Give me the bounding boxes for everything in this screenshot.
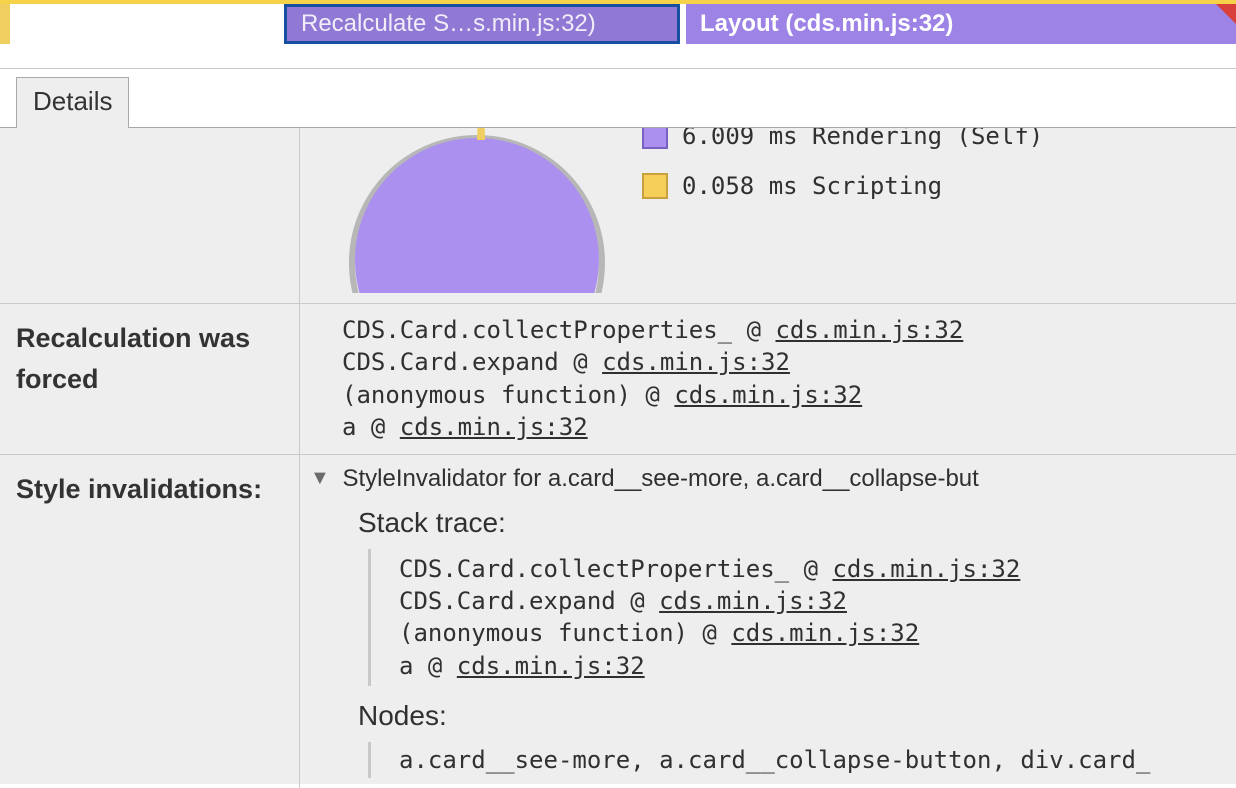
flamechart-seg-label: Layout (cds.min.js:32) — [700, 10, 953, 38]
flamechart-seg-script-tick[interactable] — [0, 4, 10, 44]
tab-details[interactable]: Details — [16, 77, 129, 129]
stack-frame[interactable]: CDS.Card.expand @ cds.min.js:32 — [342, 346, 1236, 378]
disclosure-triangle-icon[interactable]: ▼ — [310, 467, 330, 490]
row-label: Recalculation was forced — [0, 304, 300, 454]
nodes-label: Nodes: — [358, 700, 1236, 732]
stack-frame[interactable]: (anonymous function) @ cds.min.js:32 — [342, 379, 1236, 411]
stack-frame-function: CDS.Card.collectProperties_ @ — [399, 555, 832, 583]
stack-frame[interactable]: CDS.Card.expand @ cds.min.js:32 — [399, 585, 1236, 617]
row-value: 6.009 ms Rendering (Self) 0.058 ms Scrip… — [300, 128, 1236, 303]
legend-text: 0.058 ms Scripting — [682, 172, 942, 200]
row-style-invalidations: Style invalidations: ▼ StyleInvalidator … — [0, 454, 1236, 788]
source-link[interactable]: cds.min.js:32 — [457, 652, 645, 680]
stack-frame-function: CDS.Card.expand @ — [342, 348, 602, 376]
style-invalidator-header[interactable]: ▼ StyleInvalidator for a.card__see-more,… — [310, 465, 1236, 493]
source-link[interactable]: cds.min.js:32 — [832, 555, 1020, 583]
source-link[interactable]: cds.min.js:32 — [659, 587, 847, 615]
node-link[interactable]: div.card_ — [1020, 746, 1150, 774]
stack-frame-function: CDS.Card.collectProperties_ @ — [342, 316, 775, 344]
time-pie-chart — [332, 128, 622, 293]
stack-trace: CDS.Card.collectProperties_ @ cds.min.js… — [368, 549, 1236, 687]
row-recalculation-forced: Recalculation was forced CDS.Card.collec… — [0, 303, 1236, 454]
stack-frame-function: CDS.Card.expand @ — [399, 587, 659, 615]
tab-label: Details — [33, 86, 112, 116]
stack-frame[interactable]: a @ cds.min.js:32 — [342, 411, 1236, 443]
row-aggregated-time: 6.009 ms Rendering (Self) 0.058 ms Scrip… — [0, 128, 1236, 303]
source-link[interactable]: cds.min.js:32 — [731, 619, 919, 647]
node-link[interactable]: a.card__see-more — [548, 465, 743, 492]
stack-frame[interactable]: CDS.Card.collectProperties_ @ cds.min.js… — [399, 553, 1236, 585]
invalidated-nodes-list: a.card__see-more, a.card__collapse-butto… — [368, 742, 1236, 778]
legend-swatch-scripting — [642, 173, 668, 199]
row-value: ▼ StyleInvalidator for a.card__see-more,… — [300, 455, 1236, 788]
pie-legend: 6.009 ms Rendering (Self) 0.058 ms Scrip… — [642, 128, 1043, 222]
row-label: Style invalidations: — [0, 455, 300, 788]
source-link[interactable]: cds.min.js:32 — [602, 348, 790, 376]
stack-frame-function: (anonymous function) @ — [399, 619, 731, 647]
details-panel: 6.009 ms Rendering (Self) 0.058 ms Scrip… — [0, 128, 1236, 784]
legend-swatch-rendering — [642, 128, 668, 149]
legend-text: 6.009 ms Rendering (Self) — [682, 128, 1043, 150]
stack-frame-function: a @ — [342, 413, 400, 441]
details-tabstrip: Details — [0, 68, 1236, 128]
stack-frame[interactable]: CDS.Card.collectProperties_ @ cds.min.js… — [342, 314, 1236, 346]
invalidator-prefix: StyleInvalidator for — [342, 465, 547, 492]
stack-frame-function: (anonymous function) @ — [342, 381, 674, 409]
flamechart-seg-layout[interactable]: Layout (cds.min.js:32) — [686, 4, 1236, 44]
source-link[interactable]: cds.min.js:32 — [775, 316, 963, 344]
node-link[interactable]: a.card__see-more — [399, 746, 630, 774]
stack-frame-function: a @ — [399, 652, 457, 680]
source-link[interactable]: cds.min.js:32 — [400, 413, 588, 441]
flamechart-seg-label: Recalculate S…s.min.js:32) — [301, 10, 596, 38]
row-label — [0, 128, 300, 303]
stack-frame[interactable]: (anonymous function) @ cds.min.js:32 — [399, 617, 1236, 649]
stack-trace: CDS.Card.collectProperties_ @ cds.min.js… — [300, 304, 1236, 454]
node-link[interactable]: a.card__collapse-button — [659, 746, 991, 774]
stack-frame[interactable]: a @ cds.min.js:32 — [399, 650, 1236, 682]
flamechart-seg-recalculate-style[interactable]: Recalculate S…s.min.js:32) — [284, 4, 680, 44]
legend-row-scripting[interactable]: 0.058 ms Scripting — [642, 172, 1043, 200]
legend-row-rendering[interactable]: 6.009 ms Rendering (Self) — [642, 128, 1043, 150]
forced-layout-warning-icon — [1216, 4, 1236, 24]
stack-trace-label: Stack trace: — [358, 507, 1236, 539]
source-link[interactable]: cds.min.js:32 — [674, 381, 862, 409]
node-link[interactable]: a.card__collapse-but — [756, 465, 979, 492]
flamechart-timeline[interactable]: Recalculate S…s.min.js:32) Layout (cds.m… — [0, 0, 1236, 48]
